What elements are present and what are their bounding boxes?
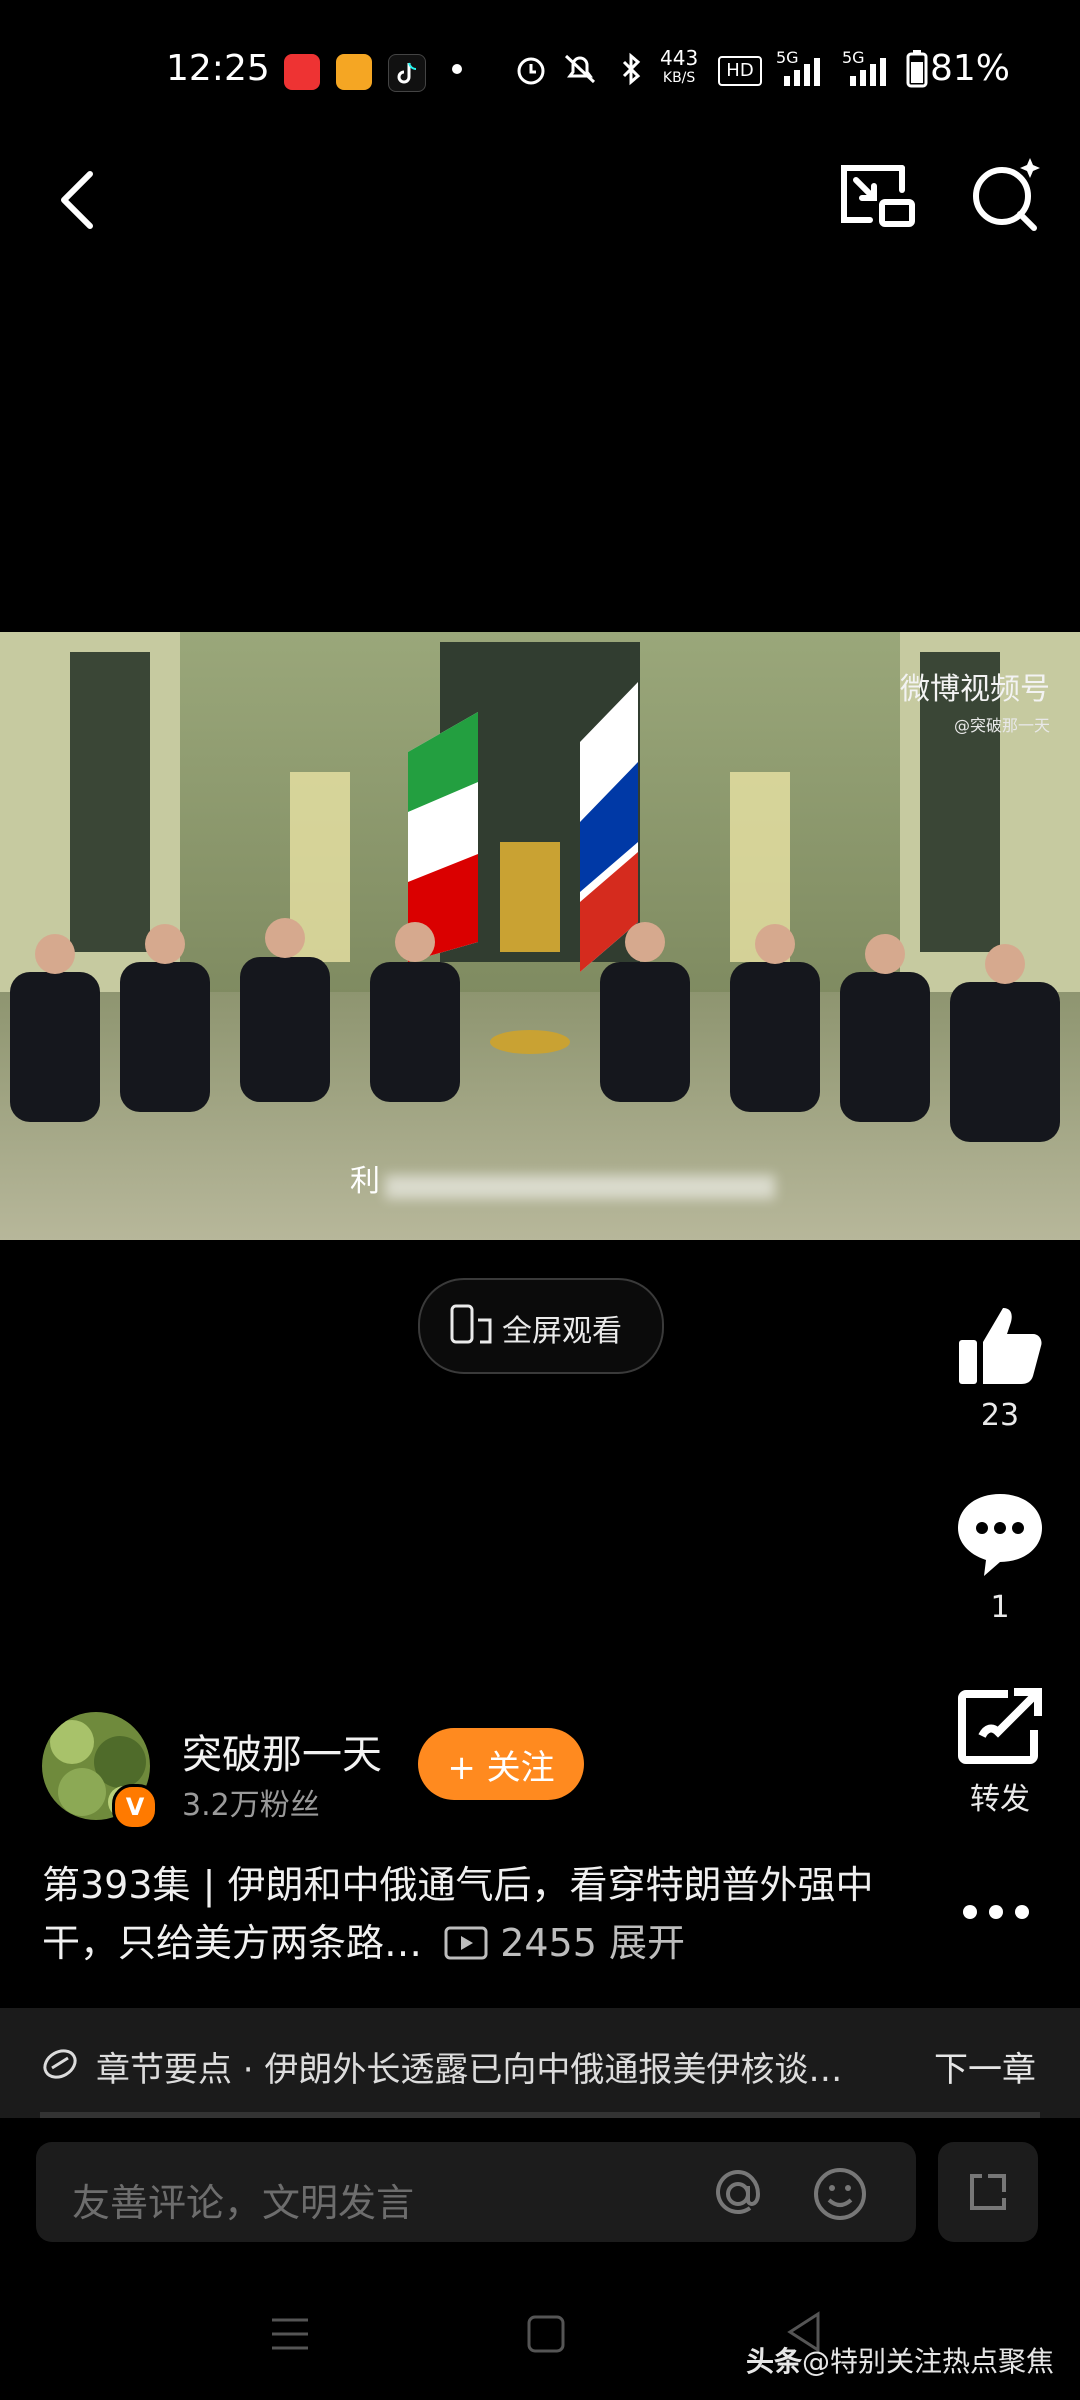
video-progress-bar[interactable] <box>40 2112 1040 2118</box>
alarm-icon <box>517 57 545 85</box>
chapter-text: 章节要点 · 伊朗外长透露已向中俄通报美伊核谈… <box>96 2050 843 2090</box>
verified-badge-icon: V <box>112 1784 158 1830</box>
weibo-watermark: 微博视频号 @突破那一天 <box>900 672 1050 735</box>
chapter-icon <box>43 2049 77 2079</box>
share-icon <box>958 1688 1042 1764</box>
expand-icon <box>970 2174 1006 2210</box>
share-label: 转发 <box>970 1782 1030 1817</box>
source-credit: 头条@特别关注热点聚焦 <box>746 2345 1055 2378</box>
weibo-app-icon <box>336 54 372 90</box>
status-time: 12:25 <box>166 48 270 89</box>
like-button[interactable]: 23 <box>940 1304 1060 1433</box>
net-speed: 443 KB/S <box>660 46 699 86</box>
fullscreen-button[interactable]: 全屏观看 <box>418 1278 664 1374</box>
comment-button[interactable]: 1 <box>940 1490 1060 1625</box>
rotate-phone-icon <box>450 1304 492 1344</box>
like-count: 23 <box>980 1398 1020 1433</box>
hd-badge: HD <box>718 56 762 86</box>
toutiao-app-icon <box>284 54 320 90</box>
pip-button[interactable] <box>830 150 930 240</box>
more-options-icon[interactable] <box>958 1892 1034 1932</box>
expand-link[interactable]: 展开 <box>609 1921 685 1965</box>
comment-bubble-icon <box>958 1494 1042 1576</box>
signal-2-icon <box>850 58 886 86</box>
comment-count: 1 <box>990 1590 1010 1625</box>
menu-nav-icon[interactable] <box>270 2316 310 2352</box>
bluetooth-icon <box>622 52 641 86</box>
home-nav-icon[interactable] <box>526 2314 566 2354</box>
expand-comment-button[interactable] <box>938 2142 1038 2242</box>
author-fans: 3.2万粉丝 <box>182 1788 320 1823</box>
ai-search-button[interactable] <box>958 150 1058 240</box>
chapter-bar[interactable]: 章节要点 · 伊朗外长透露已向中俄通报美伊核谈… 下一章 <box>0 2008 1080 2118</box>
video-subtitle: 利 <box>350 1156 790 1199</box>
battery-icon <box>906 50 928 88</box>
back-button[interactable] <box>40 160 120 240</box>
mute-icon <box>564 54 596 84</box>
share-button[interactable]: 转发 <box>940 1688 1060 1818</box>
notification-dot-icon <box>452 64 462 74</box>
comment-input[interactable]: 友善评论，文明发言 <box>36 2142 916 2242</box>
tiktok-app-icon <box>388 54 426 92</box>
view-count: 2455 <box>500 1921 597 1965</box>
play-count-icon <box>444 1926 488 1960</box>
author-name[interactable]: 突破那一天 <box>182 1722 382 1780</box>
emoji-icon[interactable] <box>812 2166 868 2222</box>
thumbs-up-icon <box>959 1308 1042 1384</box>
next-chapter-button[interactable]: 下一章 <box>934 2042 1036 2091</box>
signal-1-icon <box>784 58 820 86</box>
post-title[interactable]: 第393集 | 伊朗和中俄通气后，看穿特朗普外强中干，只给美方两条路… 2455… <box>42 1856 882 1972</box>
mention-icon[interactable] <box>710 2166 766 2222</box>
status-bar: 12:25 443 KB/S HD 5G 5G 81% <box>0 0 1080 140</box>
follow-button[interactable]: + 关注 <box>418 1728 584 1800</box>
battery-percent: 81% <box>930 48 1011 89</box>
